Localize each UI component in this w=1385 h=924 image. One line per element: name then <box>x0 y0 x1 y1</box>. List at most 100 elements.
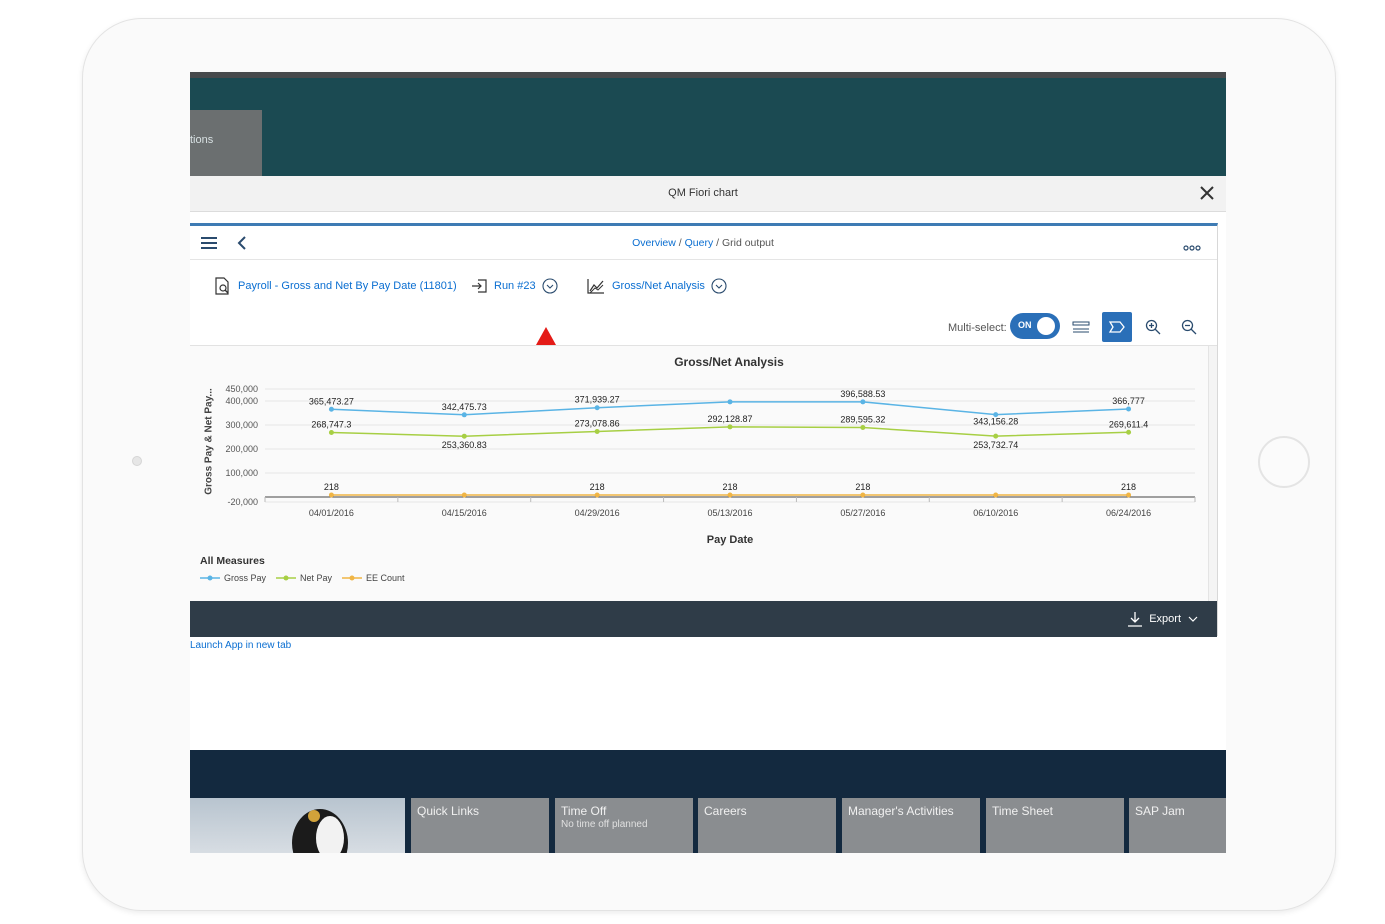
download-icon <box>1128 612 1143 627</box>
x-tick-label: 04/01/2016 <box>309 508 354 518</box>
data-label: 218 <box>855 482 870 492</box>
app-panel: Overview / Query / Grid output Payroll -… <box>190 223 1218 637</box>
legend-label: Gross Pay <box>224 573 267 583</box>
data-label: 218 <box>324 482 339 492</box>
run-icon <box>472 279 487 293</box>
data-point <box>727 424 733 430</box>
tile-title: Time Sheet <box>992 804 1053 818</box>
data-point <box>328 406 334 412</box>
tile-careers[interactable]: Careers <box>698 798 836 853</box>
report-selector[interactable]: Payroll - Gross and Net By Pay Date (118… <box>212 276 457 296</box>
range-icon <box>1072 321 1090 333</box>
data-point <box>594 405 600 411</box>
breadcrumb-query[interactable]: Query <box>685 237 714 249</box>
chevron-down-icon[interactable] <box>542 278 558 294</box>
data-point <box>594 428 600 434</box>
data-label: 253,732.74 <box>973 440 1018 450</box>
shell-bar: Overview / Query / Grid output <box>190 226 1217 260</box>
legend-swatch-icon <box>342 575 363 581</box>
vertical-scrollbar[interactable] <box>1208 346 1217 601</box>
zoom-out-icon <box>1181 319 1197 335</box>
range-select-button[interactable] <box>1066 312 1096 342</box>
data-point <box>461 433 467 439</box>
more-options-icon[interactable] <box>1183 245 1201 251</box>
legend-item[interactable]: Gross Pay <box>200 573 266 583</box>
tile-sap-jam[interactable]: SAP Jam <box>1129 798 1226 853</box>
data-point <box>860 492 866 498</box>
chevron-down-icon <box>1188 616 1198 622</box>
data-label: 269,611.4 <box>1109 419 1148 429</box>
data-point <box>727 492 733 498</box>
x-tick-label: 05/27/2016 <box>840 508 885 518</box>
tile-title: Time Off <box>561 804 607 818</box>
close-icon[interactable] <box>1198 184 1216 202</box>
data-label: 289,595.32 <box>840 414 885 424</box>
chart-area: Gross/Net Analysis Gross Pay & Net Pay..… <box>190 346 1208 601</box>
zoom-out-button[interactable] <box>1174 312 1204 342</box>
data-label: 218 <box>1121 482 1136 492</box>
data-label: 273,078.86 <box>575 418 620 428</box>
data-point <box>594 492 600 498</box>
export-label: Export <box>1149 613 1181 625</box>
background-header: tions <box>190 72 1226 182</box>
penguin-image-tile[interactable] <box>190 798 405 853</box>
home-button[interactable] <box>1258 436 1310 488</box>
x-tick-label: 05/13/2016 <box>707 508 752 518</box>
selection-mode-button[interactable] <box>1102 312 1132 342</box>
line-chart-plot[interactable]: 450,000 400,000 300,000 200,000 100,000 -20,0… <box>190 346 1208 546</box>
report-toolbar: Payroll - Gross and Net By Pay Date (118… <box>190 260 1217 345</box>
run-label: Run #23 <box>494 280 536 292</box>
data-label: 253,360.83 <box>442 440 487 450</box>
legend-swatch-icon <box>276 575 297 581</box>
screen: tions QM Fiori chart Overview / Query / … <box>190 72 1226 853</box>
data-point <box>993 433 999 439</box>
data-label: 371,939.27 <box>575 395 620 405</box>
legend-title: All Measures <box>200 555 265 567</box>
tile-title: Manager's Activities <box>848 804 954 818</box>
zoom-in-button[interactable] <box>1138 312 1168 342</box>
y-tick-label: 200,000 <box>225 444 258 454</box>
breadcrumb-current: Grid output <box>721 237 774 249</box>
line-chart-icon <box>587 279 604 294</box>
lasso-select-icon <box>1108 321 1125 333</box>
background-tile: tions <box>190 110 262 182</box>
data-label: 218 <box>722 482 737 492</box>
tile-quick-links[interactable]: Quick Links <box>411 798 549 853</box>
data-label: 343,156.28 <box>973 417 1018 427</box>
data-label: 292,128.87 <box>707 414 752 424</box>
tile-subtitle: No time off planned <box>561 819 648 830</box>
breadcrumb-separator: / <box>713 237 722 249</box>
penguin-image <box>292 809 348 853</box>
app-footer: Export <box>190 601 1217 637</box>
tile-title: Careers <box>704 804 747 818</box>
breadcrumb-separator: / <box>675 237 685 249</box>
chevron-down-icon[interactable] <box>711 278 727 294</box>
zoom-in-icon <box>1145 319 1161 335</box>
dialog-header: QM Fiori chart <box>190 176 1226 212</box>
tile-time-off[interactable]: Time Off No time off planned <box>555 798 693 853</box>
launch-app-link[interactable]: Launch App in new tab <box>190 640 291 651</box>
chart-toolbar: Multi-select: ON <box>190 310 1217 346</box>
export-button[interactable]: Export <box>1127 611 1205 627</box>
tile-managers-activities[interactable]: Manager's Activities <box>842 798 980 853</box>
analysis-selector[interactable]: Gross/Net Analysis <box>586 276 733 296</box>
tile-time-sheet[interactable]: Time Sheet <box>986 798 1124 853</box>
data-point <box>1126 406 1132 412</box>
data-point <box>328 492 334 498</box>
data-label: 396,588.53 <box>840 389 885 399</box>
analysis-label: Gross/Net Analysis <box>612 280 705 292</box>
toggle-text: ON <box>1018 320 1032 330</box>
dialog-title: QM Fiori chart <box>668 187 738 199</box>
data-label: 268,747.3 <box>311 420 351 430</box>
run-selector[interactable]: Run #23 <box>470 276 564 296</box>
legend-item[interactable]: Net Pay <box>276 573 332 583</box>
toggle-knob <box>1037 317 1055 335</box>
multiselect-toggle[interactable]: ON <box>1010 313 1060 339</box>
breadcrumb-overview[interactable]: Overview <box>632 237 676 249</box>
legend-label: EE Count <box>366 573 405 583</box>
y-tick-label: 300,000 <box>225 420 258 430</box>
data-point <box>1126 429 1132 435</box>
y-tick-label: 450,000 <box>225 384 258 394</box>
legend-item[interactable]: EE Count <box>342 573 405 583</box>
data-point <box>1126 492 1132 498</box>
